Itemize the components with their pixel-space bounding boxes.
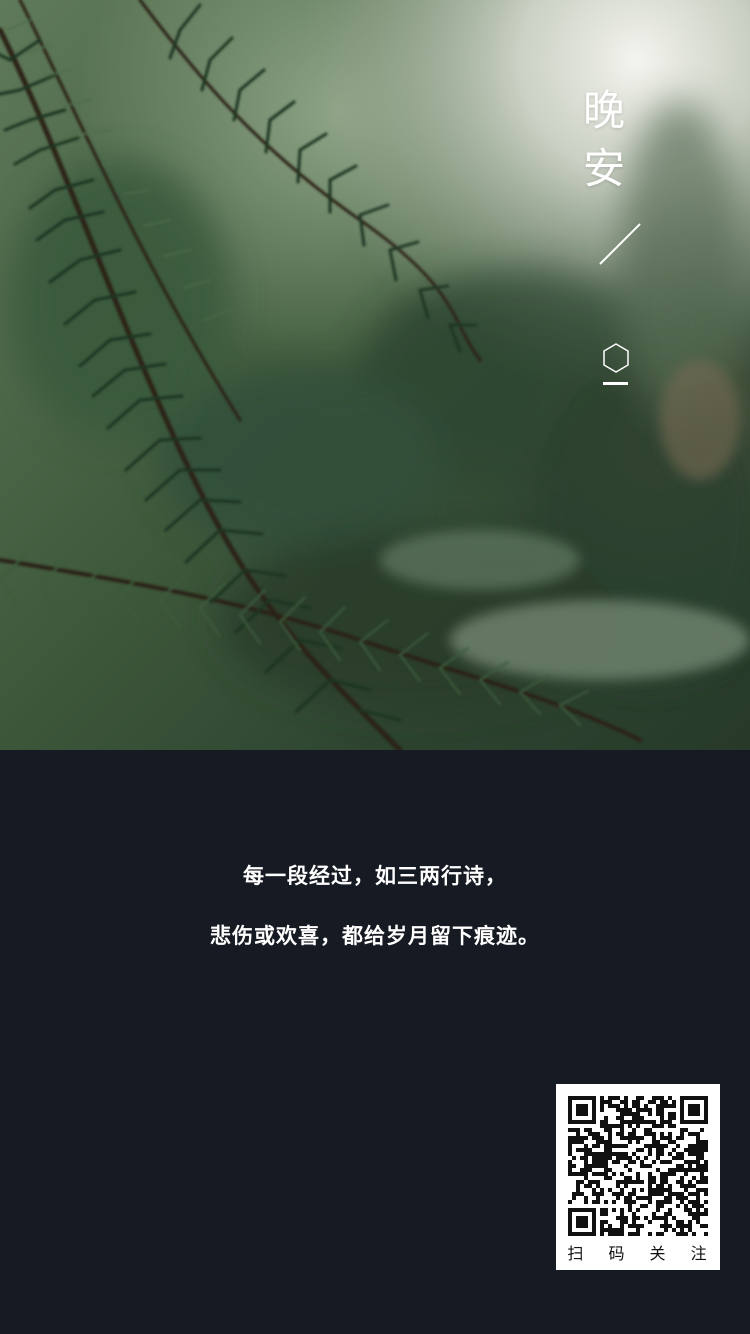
title-char-1: 晚 [582, 86, 627, 135]
pine-branch-photo [0, 0, 750, 750]
poem-line-2: 悲伤或欢喜，都给岁月留下痕迹。 [210, 924, 540, 948]
hero-photo [0, 0, 750, 750]
qr-card[interactable]: 扫 码 关 注 [556, 1084, 720, 1270]
hexagon-icon [603, 343, 629, 373]
qr-code[interactable] [568, 1096, 708, 1236]
qr-caption: 扫 码 关 注 [567, 1244, 717, 1263]
slash-icon [599, 223, 641, 265]
poem-line-1: 每一段经过，如三两行诗， [243, 864, 507, 888]
title-char-2: 安 [582, 144, 627, 193]
dash-divider [603, 382, 628, 385]
title-vertical: 晚 安 [580, 82, 630, 198]
